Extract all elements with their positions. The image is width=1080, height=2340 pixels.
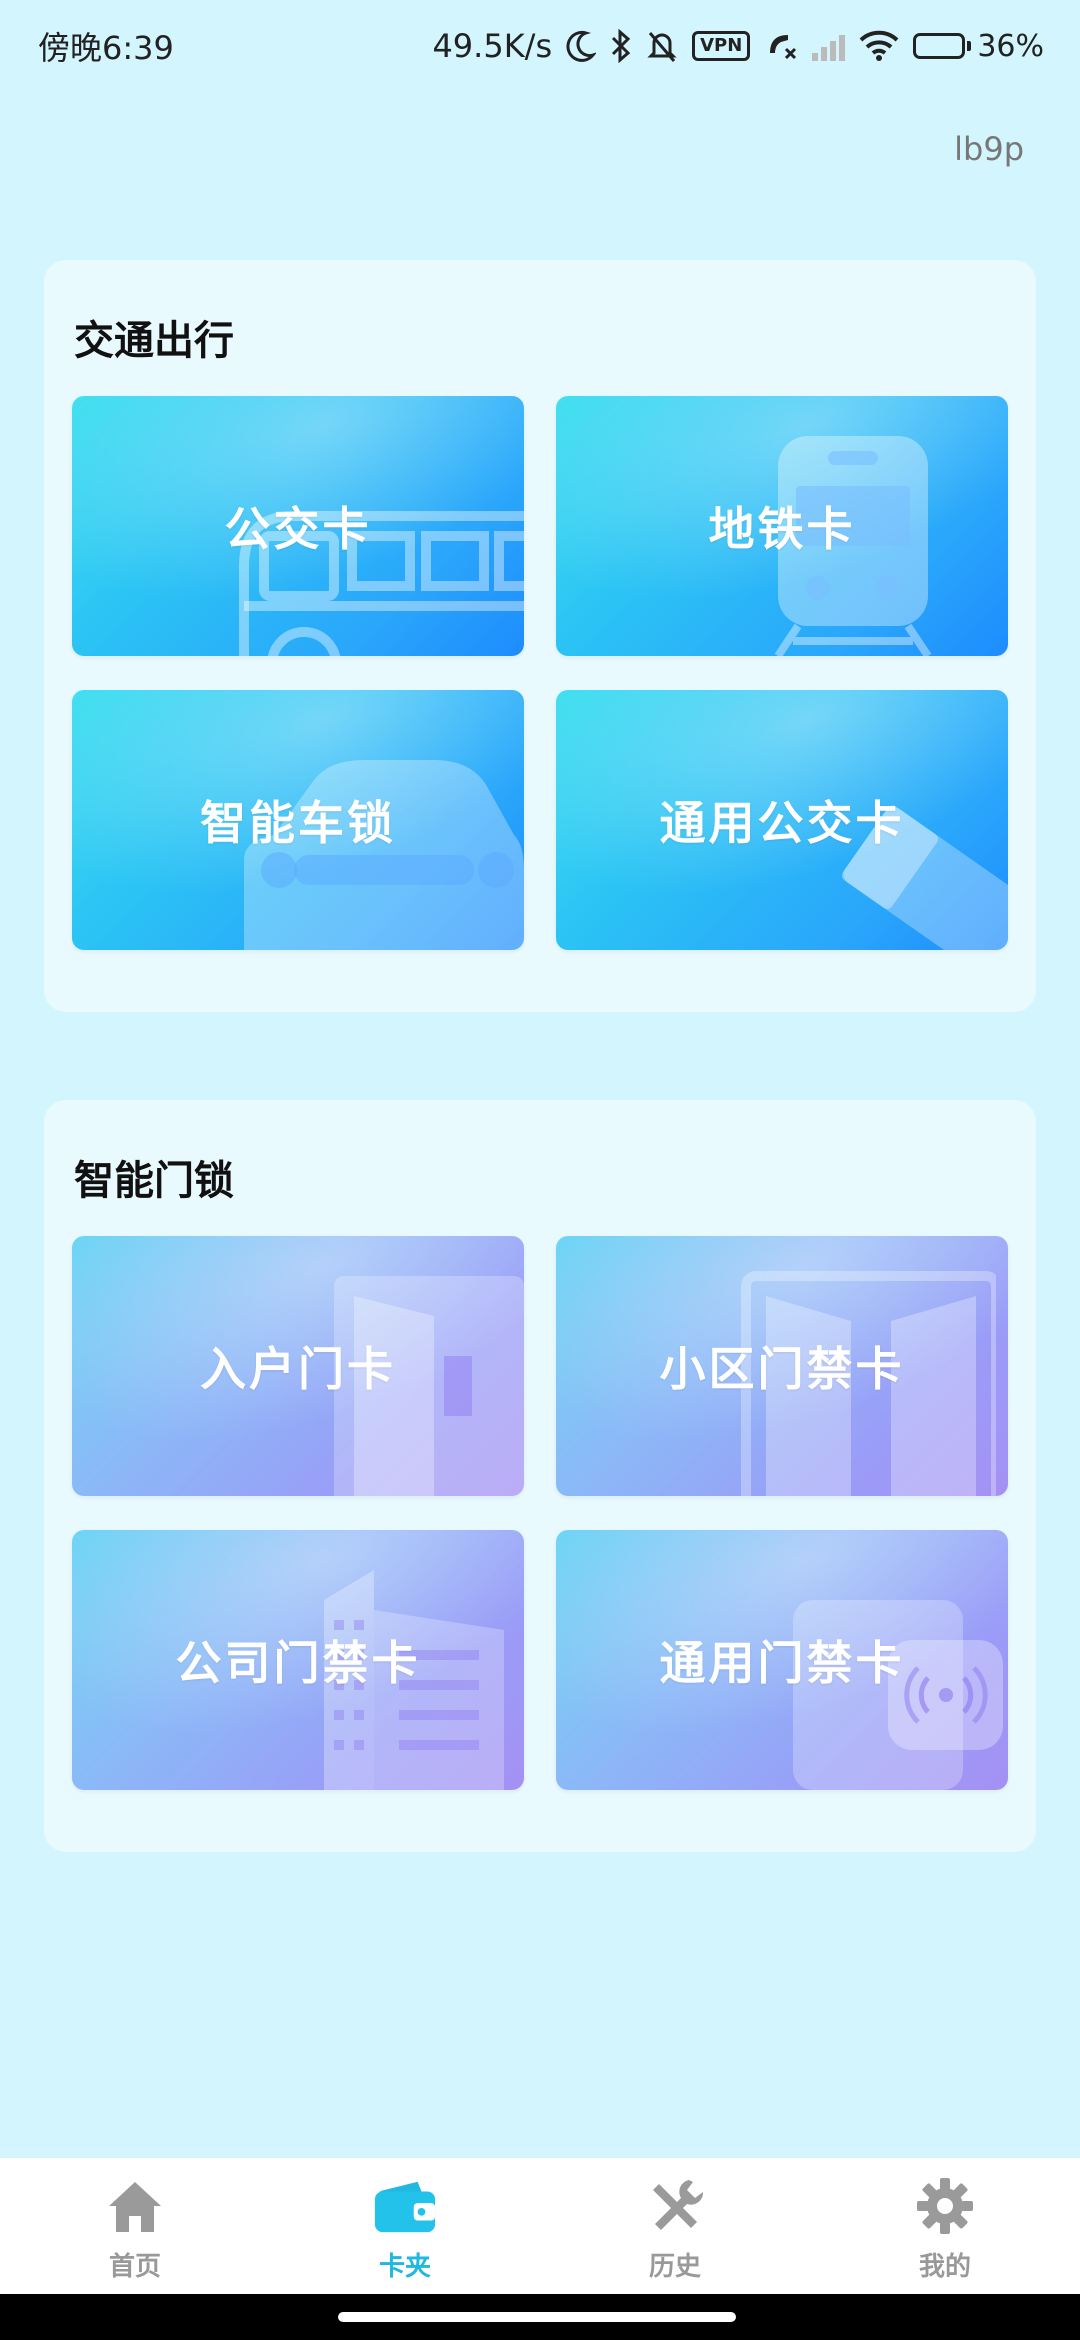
- battery-icon: 36%: [913, 29, 1044, 64]
- card-label: 通用门禁卡: [659, 1636, 905, 1690]
- call-off-icon: [764, 26, 798, 66]
- bottom-nav: 首页 卡夹 历史 我的: [0, 2158, 1080, 2294]
- nav-item-wallet[interactable]: 卡夹: [270, 2158, 540, 2294]
- card-label: 公司门禁卡: [175, 1636, 421, 1690]
- gear-icon: [913, 2174, 977, 2238]
- battery-percent: 36%: [977, 28, 1044, 64]
- universal-gate-card[interactable]: 通用门禁卡: [556, 1530, 1008, 1790]
- nav-item-history[interactable]: 历史: [540, 2158, 810, 2294]
- card-label: 通用公交卡: [659, 796, 905, 850]
- card-label: 入户门卡: [200, 1342, 396, 1396]
- card-label: 智能车锁: [200, 796, 396, 850]
- network-speed: 49.5K/s: [432, 27, 553, 65]
- signal-icon: [812, 31, 846, 61]
- smart-car-lock-card[interactable]: 智能车锁: [72, 690, 524, 950]
- bus-card[interactable]: 公交卡: [72, 396, 524, 656]
- card-label: 公交卡: [224, 502, 372, 556]
- nav-item-mine[interactable]: 我的: [810, 2158, 1080, 2294]
- home-door-card[interactable]: 入户门卡: [72, 1236, 524, 1496]
- section-title: 智能门锁: [74, 1158, 234, 1204]
- door-section: 智能门锁 入户门卡 小区门禁卡 公司门禁卡 通用门禁卡: [44, 1100, 1036, 1852]
- wifi-icon: [859, 26, 899, 66]
- metro-card[interactable]: 地铁卡: [556, 396, 1008, 656]
- mute-bell-icon: [646, 26, 678, 66]
- status-time: 傍晚6:39: [38, 29, 174, 67]
- wallet-icon: [373, 2174, 437, 2238]
- gesture-area: [0, 2294, 1080, 2340]
- nav-label: 历史: [648, 2252, 701, 2282]
- nav-label: 首页: [108, 2252, 161, 2282]
- nav-label: 卡夹: [378, 2252, 431, 2282]
- moon-icon: [566, 26, 597, 66]
- universal-bus-card[interactable]: 通用公交卡: [556, 690, 1008, 950]
- tools-icon: [643, 2174, 707, 2238]
- community-gate-card[interactable]: 小区门禁卡: [556, 1236, 1008, 1496]
- nav-item-home[interactable]: 首页: [0, 2158, 270, 2294]
- company-gate-card[interactable]: 公司门禁卡: [72, 1530, 524, 1790]
- home-indicator[interactable]: [338, 2312, 736, 2322]
- status-indicators: 49.5K/s VPN 36%: [432, 26, 1044, 66]
- vpn-badge: VPN: [692, 31, 751, 61]
- status-bar: 傍晚6:39 49.5K/s VPN 36%: [0, 0, 1080, 92]
- transport-section: 交通出行 公交卡 地铁卡 智能车锁 通用公交卡: [44, 260, 1036, 1012]
- card-label: 地铁卡: [708, 502, 856, 556]
- home-icon: [103, 2174, 167, 2238]
- account-id: lb9p: [954, 130, 1024, 168]
- bluetooth-icon: [610, 26, 632, 66]
- nav-label: 我的: [918, 2252, 971, 2282]
- card-label: 小区门禁卡: [659, 1342, 905, 1396]
- section-title: 交通出行: [74, 318, 234, 364]
